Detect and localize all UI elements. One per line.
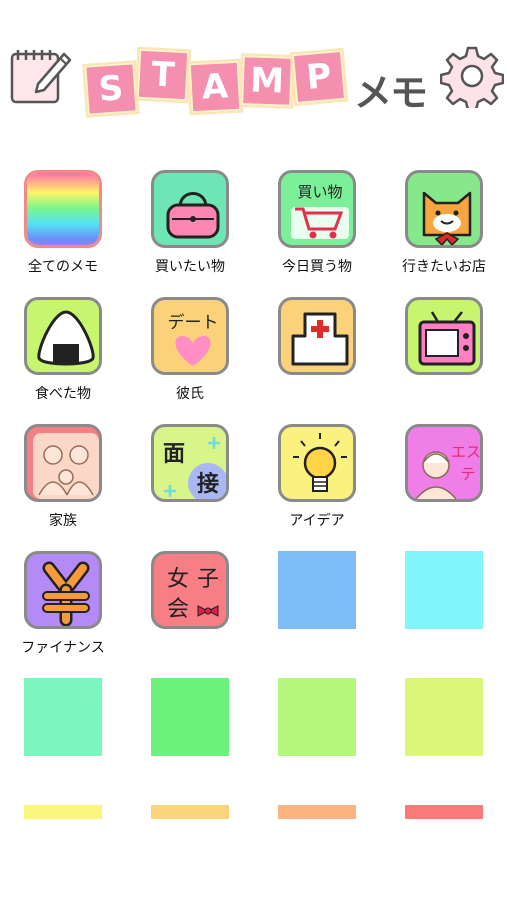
category-label: ファイナンス xyxy=(21,640,105,656)
heart-date-icon: デート xyxy=(151,297,229,375)
logo-letter: M xyxy=(241,55,293,107)
svg-text:女: 女 xyxy=(167,567,189,592)
handbag-icon xyxy=(151,170,229,248)
shopping-cart-icon: 買い物 xyxy=(278,170,356,248)
gear-icon[interactable] xyxy=(440,44,504,108)
logo-letter: S xyxy=(84,62,138,116)
category-label: 全てのメモ xyxy=(28,259,98,275)
empty-slot-swatch xyxy=(278,678,356,756)
beauty-salon-icon: エス テ xyxy=(405,424,483,502)
empty-slot-swatch xyxy=(151,805,229,819)
category-label: 行きたいお店 xyxy=(402,259,486,275)
empty-slot-swatch xyxy=(24,805,102,819)
yen-icon xyxy=(24,551,102,629)
category-label: 彼氏 xyxy=(176,386,204,402)
logo-suffix: メモ xyxy=(354,71,428,115)
empty-slot-swatch xyxy=(278,805,356,819)
svg-text:面: 面 xyxy=(163,442,185,467)
notepad-pencil-icon[interactable] xyxy=(8,44,74,108)
svg-text:エス: エス xyxy=(451,443,481,461)
empty-slot-swatch xyxy=(24,678,102,756)
category-label: 今日買う物 xyxy=(282,259,352,275)
television-icon xyxy=(405,297,483,375)
empty-slot-swatch xyxy=(405,678,483,756)
app-header: S T A M P メモ xyxy=(0,0,507,140)
lightbulb-icon xyxy=(278,424,356,502)
icon-caption: デート xyxy=(168,312,219,333)
family-icon xyxy=(24,424,102,502)
app-logo: S T A M P メモ xyxy=(82,42,432,122)
svg-text:子: 子 xyxy=(197,567,219,592)
category-label: 買いたい物 xyxy=(155,259,225,275)
empty-slot-swatch xyxy=(278,551,356,629)
cat-face-icon xyxy=(405,170,483,248)
hospital-icon xyxy=(278,297,356,375)
interview-icon: 面 接 xyxy=(151,424,229,502)
svg-text:会: 会 xyxy=(167,597,189,622)
rainbow-icon xyxy=(24,170,102,248)
rice-ball-icon xyxy=(24,297,102,375)
logo-letter: P xyxy=(291,49,347,105)
svg-text:接: 接 xyxy=(197,472,219,497)
logo-letter: A xyxy=(188,60,242,114)
girls-party-icon: 女 子 会 xyxy=(151,551,229,629)
logo-letter: T xyxy=(136,48,190,102)
category-label: 食べた物 xyxy=(35,386,91,402)
empty-slot-swatch xyxy=(151,678,229,756)
category-label: 家族 xyxy=(49,513,77,529)
category-label: アイデア xyxy=(289,513,345,529)
svg-text:テ: テ xyxy=(460,465,475,483)
icon-caption: 買い物 xyxy=(297,183,342,201)
empty-slot-swatch xyxy=(405,551,483,629)
empty-slot-swatch xyxy=(405,805,483,819)
